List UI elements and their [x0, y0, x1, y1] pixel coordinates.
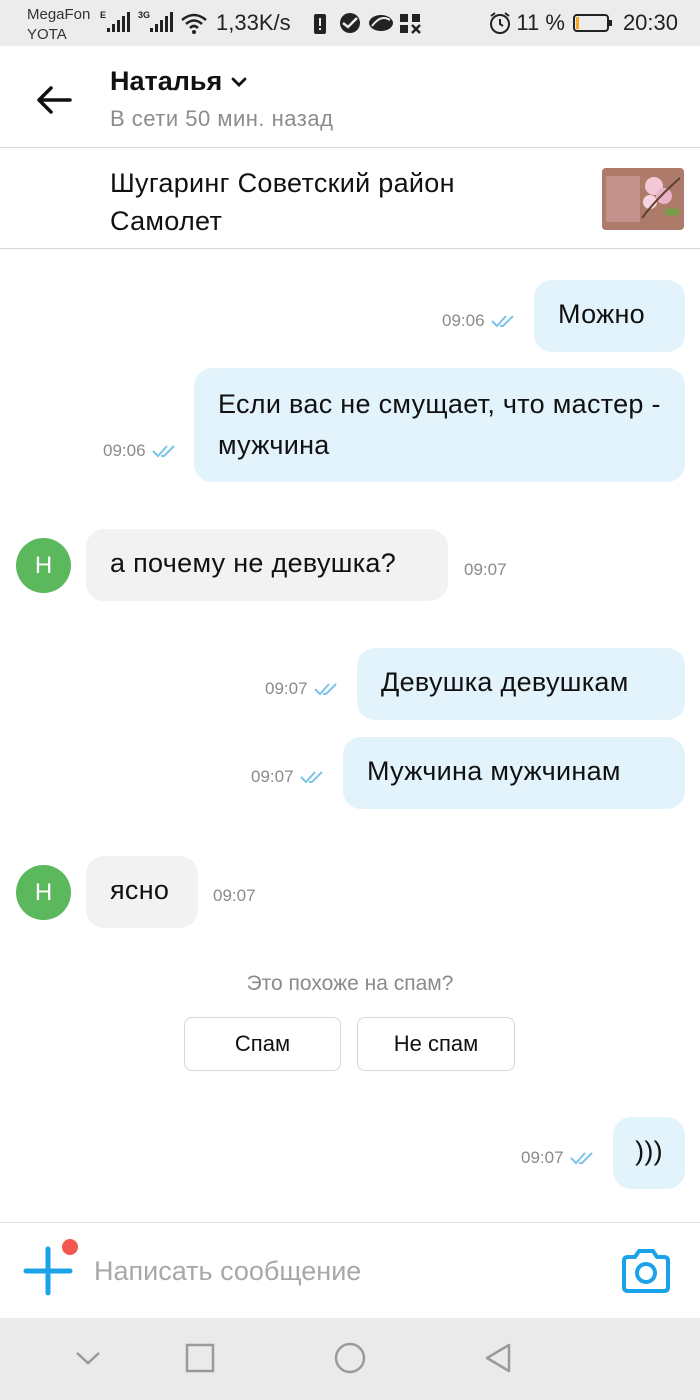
- message-text: Мужчина мужчинам: [367, 756, 621, 786]
- message-time: 09:07: [265, 679, 308, 698]
- message-text: Можно: [558, 299, 645, 329]
- chevron-down-icon: [231, 77, 247, 87]
- message-meta: 09:07: [521, 1148, 596, 1168]
- message-bubble-incoming[interactable]: а почему не девушка?: [86, 529, 448, 601]
- notification-dot: [62, 1239, 78, 1255]
- arrow-left-icon: [37, 86, 72, 114]
- listing-title: Шугаринг Советский район Самолет: [110, 168, 455, 236]
- chevron-down-icon: [76, 1352, 100, 1365]
- message-text: Девушка девушкам: [381, 667, 629, 697]
- status-right: 11 % 20:30: [488, 10, 678, 36]
- system-nav-bar: [0, 1318, 700, 1400]
- message-text: а почему не девушка?: [110, 548, 397, 578]
- battery-icon: [572, 14, 612, 32]
- network-speed: 1,33K/s: [216, 10, 291, 35]
- message-time: 09:07: [213, 886, 256, 905]
- camera-icon: [622, 1249, 670, 1293]
- signal-icon: [107, 12, 130, 32]
- avatar[interactable]: Н: [16, 538, 71, 593]
- read-check-icon: [569, 1152, 593, 1165]
- message-text: ясно: [110, 875, 170, 905]
- message-time: 09:06: [442, 311, 485, 330]
- contact-name: Наталья: [110, 66, 223, 96]
- contact-name-button[interactable]: Наталья: [110, 66, 248, 97]
- spam-button[interactable]: Спам: [184, 1017, 341, 1071]
- message-time: 09:07: [251, 767, 294, 786]
- carrier-1: MegaFon: [27, 6, 91, 23]
- triangle-back-icon: [485, 1343, 511, 1373]
- chat-header: Наталья В сети 50 мин. назад: [0, 46, 700, 148]
- network-type-1: E: [100, 10, 107, 20]
- message-bubble-outgoing[interactable]: Мужчина мужчинам: [343, 737, 685, 809]
- message-bubble-incoming[interactable]: ясно: [86, 856, 198, 928]
- listing-bar[interactable]: Шугаринг Советский район Самолет: [0, 148, 700, 249]
- message-meta: 09:07: [213, 886, 256, 906]
- alarm-icon: [490, 12, 511, 34]
- message-time: 09:07: [521, 1148, 564, 1167]
- message-time: 09:07: [464, 560, 507, 579]
- message-input-bar: [0, 1222, 700, 1318]
- carrier-2: YOTA: [27, 26, 67, 43]
- carrier-names: MegaFon YOTA: [27, 5, 90, 45]
- network-type-2: 3G: [138, 10, 151, 20]
- message-meta: 09:07: [464, 560, 507, 580]
- nav-recents-button[interactable]: [180, 1338, 220, 1378]
- message-time: 09:06: [103, 441, 146, 460]
- wifi-icon: [181, 13, 207, 34]
- message-bubble-outgoing[interactable]: Девушка девушкам: [357, 648, 685, 720]
- message-bubble-outgoing[interactable]: Можно: [534, 280, 685, 352]
- back-button[interactable]: [30, 76, 78, 124]
- message-text: Если вас не смущает, что мастер - мужчин…: [218, 389, 661, 460]
- message-bubble-outgoing[interactable]: Если вас не смущает, что мастер - мужчин…: [194, 368, 685, 482]
- game-notification-icon: [400, 14, 421, 34]
- avatar-initial: Н: [34, 551, 53, 579]
- message-meta: 09:06: [103, 441, 178, 461]
- read-check-icon: [490, 315, 514, 328]
- message-meta: 09:07: [265, 679, 340, 699]
- battery-percent: 11 %: [516, 10, 565, 35]
- not-spam-button[interactable]: Не спам: [357, 1017, 515, 1071]
- message-meta: 09:06: [442, 311, 517, 331]
- read-check-icon: [313, 683, 337, 696]
- message-bubble-outgoing[interactable]: ))): [613, 1117, 685, 1189]
- status-bar: MegaFon YOTA E 3G 1,33K/s 11 % 20:30: [0, 0, 700, 46]
- avatar-initial: Н: [34, 878, 53, 906]
- read-check-icon: [299, 771, 323, 784]
- avatar[interactable]: Н: [16, 865, 71, 920]
- battery-alert-icon: [314, 14, 326, 34]
- clock: 20:30: [622, 10, 678, 35]
- listing-thumbnail[interactable]: [602, 168, 684, 230]
- message-meta: 09:07: [251, 767, 326, 787]
- message-input[interactable]: [94, 1249, 574, 1293]
- nav-home-button[interactable]: [330, 1338, 370, 1378]
- not-spam-button-label: Не спам: [393, 1031, 479, 1056]
- sber-app-icon: [340, 13, 360, 33]
- circle-icon: [334, 1342, 366, 1374]
- app-notification-icon: [369, 15, 393, 31]
- contact-status: В сети 50 мин. назад: [110, 106, 334, 131]
- square-icon: [185, 1343, 215, 1373]
- nav-back-button[interactable]: [478, 1338, 518, 1378]
- signal-icon-2: [150, 12, 173, 32]
- message-text: ))): [635, 1136, 663, 1166]
- camera-button[interactable]: [620, 1247, 672, 1295]
- spam-question: Это похоже на спам?: [246, 972, 454, 995]
- spam-button-label: Спам: [234, 1031, 291, 1056]
- read-check-icon: [151, 445, 175, 458]
- nav-collapse-button[interactable]: [68, 1338, 108, 1378]
